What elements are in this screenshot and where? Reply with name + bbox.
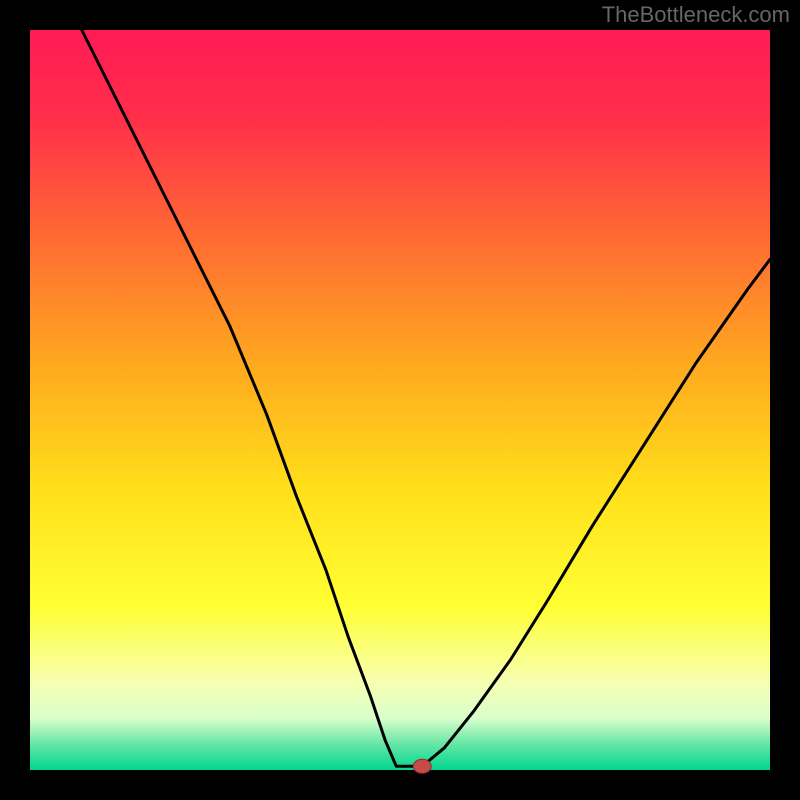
chart-svg: [0, 0, 800, 800]
plot-background: [30, 30, 770, 770]
optimum-marker: [413, 759, 431, 773]
watermark-text: TheBottleneck.com: [602, 2, 790, 28]
bottleneck-chart: TheBottleneck.com: [0, 0, 800, 800]
